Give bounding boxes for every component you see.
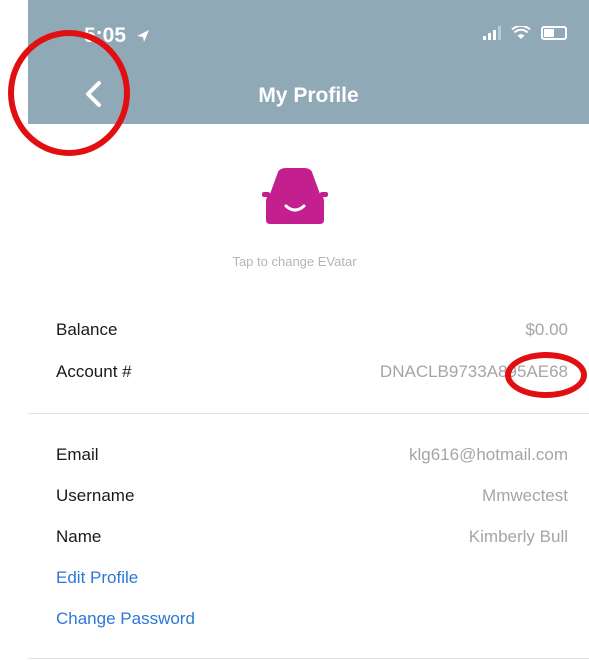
- divider: [28, 658, 589, 659]
- evatar-car-avatar[interactable]: [260, 160, 330, 230]
- status-icons: [483, 26, 567, 40]
- page-title: My Profile: [258, 84, 359, 107]
- divider: [28, 413, 589, 414]
- username-label: Username: [56, 486, 135, 505]
- battery-icon: [541, 26, 567, 40]
- wifi-icon: [511, 26, 531, 39]
- name-row: Name Kimberly Bull: [56, 527, 568, 547]
- avatar-caption[interactable]: Tap to change EVatar: [0, 254, 589, 269]
- location-arrow-icon: [136, 30, 149, 43]
- signal-icon: [483, 26, 501, 40]
- car-icon: [262, 168, 328, 224]
- status-time-text: 5:05: [84, 24, 127, 47]
- email-row: Email klg616@hotmail.com: [56, 445, 568, 465]
- balance-row: Balance $0.00: [56, 320, 568, 340]
- username-row: Username Mmwectest: [56, 486, 568, 506]
- email-value: klg616@hotmail.com: [409, 445, 568, 464]
- name-value: Kimberly Bull: [468, 527, 568, 546]
- header-bar: 5:05 My Profile: [28, 0, 589, 124]
- email-label: Email: [56, 445, 99, 464]
- balance-value: $0.00: [525, 320, 568, 339]
- account-number-value: DNACLB9733A895AE68: [379, 362, 568, 381]
- name-label: Name: [56, 527, 102, 546]
- status-time: 5:05: [84, 24, 150, 48]
- change-password-link[interactable]: Change Password: [56, 609, 195, 629]
- account-number-label: Account #: [56, 362, 132, 381]
- balance-label: Balance: [56, 320, 118, 339]
- username-value: Mmwectest: [482, 486, 568, 505]
- edit-profile-link[interactable]: Edit Profile: [56, 568, 138, 588]
- account-number-row: Account # DNACLB9733A895AE68: [56, 362, 568, 382]
